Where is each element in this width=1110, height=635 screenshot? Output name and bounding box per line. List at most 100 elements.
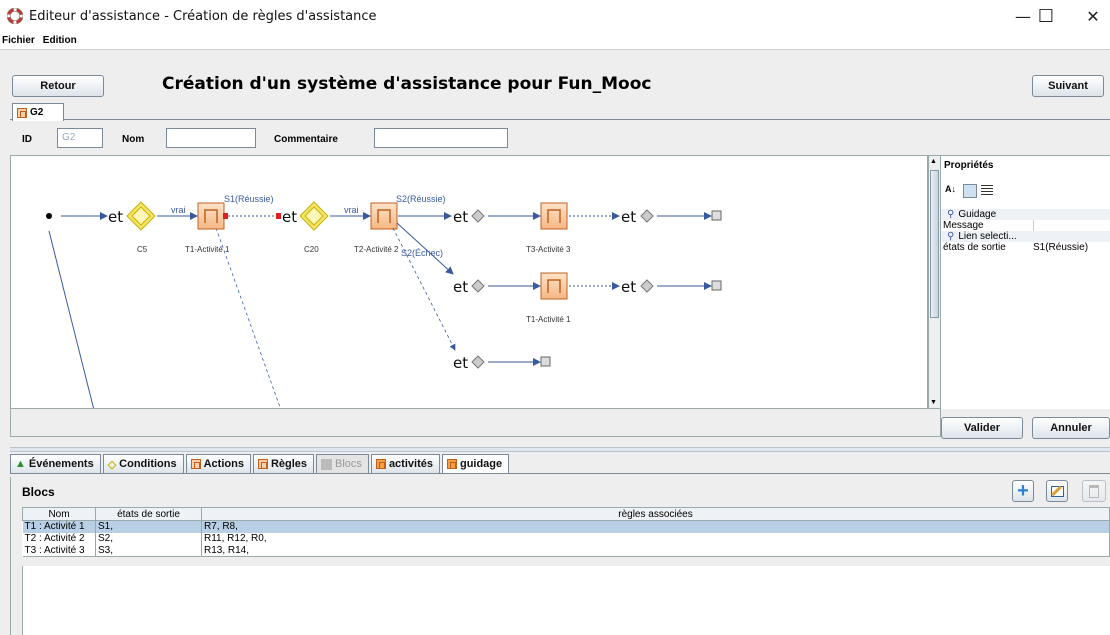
- validate-button[interactable]: Valider: [941, 417, 1023, 439]
- condition-diamond-icon: ◇: [107, 458, 117, 471]
- properties-panel: Propriétés A↓ ⚲ Guidage Message ⚲ Lien s…: [941, 155, 1110, 409]
- cell-regles: R7, R8,: [201, 520, 1110, 533]
- table-empty-area: [22, 566, 1110, 635]
- top-tab-strip: [10, 100, 1110, 120]
- col-header-regles[interactable]: règles associées: [201, 507, 1110, 521]
- next-button[interactable]: Suivant: [1032, 75, 1104, 97]
- tab-actions[interactable]: Actions: [185, 454, 251, 473]
- diagram-canvas[interactable]: et C5 vrai T1-Activité 1 S1(Réussie) et …: [10, 155, 928, 409]
- et-node[interactable]: et: [282, 208, 297, 226]
- scroll-down-arrow-icon[interactable]: ▼: [930, 399, 937, 406]
- col-header-nom[interactable]: Nom: [22, 507, 96, 521]
- etats-label: états de sortie: [943, 242, 1006, 253]
- back-button[interactable]: Retour: [12, 75, 104, 97]
- id-field[interactable]: G2: [57, 128, 103, 148]
- edit-button[interactable]: [1046, 480, 1068, 502]
- maximize-button[interactable]: ☐: [1023, 0, 1069, 32]
- t3-label: T3-Activité 3: [526, 245, 571, 254]
- prop-row-etats[interactable]: états de sortie S1(Réussie): [941, 242, 1110, 253]
- tab-guidage-label: guidage: [459, 458, 503, 470]
- scroll-up-arrow-icon[interactable]: ▲: [930, 158, 937, 165]
- prop-category-lien[interactable]: ⚲ Lien selecti...: [941, 231, 1110, 242]
- add-button[interactable]: +: [1012, 480, 1034, 502]
- trash-icon: [1089, 484, 1099, 498]
- diagram-footer: [10, 409, 941, 437]
- split-divider[interactable]: [10, 447, 1110, 452]
- cancel-button[interactable]: Annuler: [1032, 417, 1110, 439]
- tab-regles[interactable]: Règles: [252, 454, 315, 473]
- list-view-icon[interactable]: [981, 185, 993, 197]
- delete-button[interactable]: [1082, 480, 1106, 502]
- tab-g2-label: G2: [30, 107, 44, 118]
- activity-t3[interactable]: [540, 202, 568, 230]
- rule-icon: [257, 459, 268, 469]
- menu-fichier[interactable]: Fichier: [2, 35, 35, 46]
- table-row[interactable]: T2 : Activité 2 S2, R11, R12, R0,: [22, 532, 1110, 545]
- name-label: Nom: [122, 134, 145, 145]
- etats-value[interactable]: S1(Réussie): [1033, 242, 1110, 253]
- table-row[interactable]: T3 : Activité 3 S3, R13, R14,: [22, 544, 1110, 557]
- block-icon: [321, 458, 333, 470]
- tab-g2[interactable]: G2: [12, 103, 64, 121]
- tab-evenements[interactable]: ▲ Événements: [10, 454, 101, 473]
- vrai-label: vrai: [171, 205, 186, 215]
- cell-etats: S1,: [95, 520, 202, 533]
- plus-icon: +: [1017, 480, 1029, 502]
- tab-evenements-label: Événements: [28, 458, 94, 470]
- condition-c20[interactable]: [299, 201, 329, 231]
- et-node[interactable]: et: [453, 354, 468, 372]
- scroll-thumb[interactable]: [930, 170, 939, 318]
- message-value[interactable]: [1033, 220, 1110, 231]
- tab-blocs[interactable]: Blocs: [316, 454, 369, 473]
- et-node[interactable]: et: [621, 208, 636, 226]
- expand-key-icon[interactable]: ⚲: [947, 231, 954, 242]
- join-diamond: [471, 279, 485, 293]
- blocs-table: Nom états de sortie règles associées T1 …: [22, 507, 1110, 557]
- cell-regles: R13, R14,: [201, 544, 1110, 557]
- activity-t1[interactable]: [197, 202, 228, 230]
- comment-label: Commentaire: [274, 134, 338, 145]
- cell-etats: S2,: [95, 532, 202, 545]
- prop-category-guidage[interactable]: ⚲ Guidage: [941, 209, 1110, 220]
- et-node[interactable]: et: [453, 208, 468, 226]
- prop-row-message[interactable]: Message: [941, 220, 1110, 231]
- activity-t1-second[interactable]: [540, 272, 568, 300]
- blocs-title: Blocs: [22, 485, 55, 499]
- edit-pencil-icon: [1050, 485, 1064, 497]
- event-triangle-icon: ▲: [15, 458, 26, 470]
- close-button[interactable]: ✕: [1070, 0, 1110, 32]
- cell-regles: R11, R12, R0,: [201, 532, 1110, 545]
- et-node[interactable]: et: [453, 278, 468, 296]
- panel-border: [10, 477, 11, 635]
- et-node[interactable]: et: [621, 278, 636, 296]
- tab-conditions[interactable]: ◇ Conditions: [102, 454, 184, 473]
- join-diamond: [640, 279, 654, 293]
- guidage-label: Guidage: [958, 209, 997, 220]
- categorized-view-icon[interactable]: [963, 184, 977, 198]
- et-node[interactable]: et: [108, 208, 123, 226]
- join-diamond: [640, 209, 654, 223]
- window-title: Editeur d'assistance - Création de règle…: [29, 8, 377, 24]
- cell-nom: T3 : Activité 3: [22, 544, 96, 557]
- name-field[interactable]: [166, 128, 256, 148]
- table-row[interactable]: T1 : Activité 1 S1, R7, R8,: [22, 520, 1110, 533]
- menu-bar: Fichier Edition: [0, 32, 1110, 50]
- tab-conditions-label: Conditions: [119, 458, 177, 470]
- properties-title: Propriétés: [944, 160, 994, 171]
- condition-c5[interactable]: [126, 201, 156, 231]
- diagram-scrollbar[interactable]: ▲ ▼: [928, 155, 941, 409]
- tab-activites[interactable]: activités: [370, 454, 440, 473]
- sort-alpha-icon[interactable]: A↓: [945, 184, 959, 198]
- message-label: Message: [943, 220, 984, 231]
- tab-guidage[interactable]: guidage: [441, 454, 510, 473]
- col-header-etats[interactable]: états de sortie: [95, 507, 202, 521]
- menu-edition[interactable]: Edition: [43, 35, 77, 46]
- activity-t2[interactable]: [370, 202, 398, 230]
- cell-nom: T1 : Activité 1: [22, 520, 96, 533]
- comment-field[interactable]: [374, 128, 508, 148]
- title-bar: Editeur d'assistance - Création de règle…: [0, 0, 1110, 32]
- bottom-tab-strip: ▲ Événements ◇ Conditions Actions Règles…: [10, 454, 511, 474]
- tab-actions-label: Actions: [203, 458, 244, 470]
- s2-reussie-label: S2(Réussie): [396, 194, 446, 204]
- expand-key-icon[interactable]: ⚲: [947, 209, 954, 220]
